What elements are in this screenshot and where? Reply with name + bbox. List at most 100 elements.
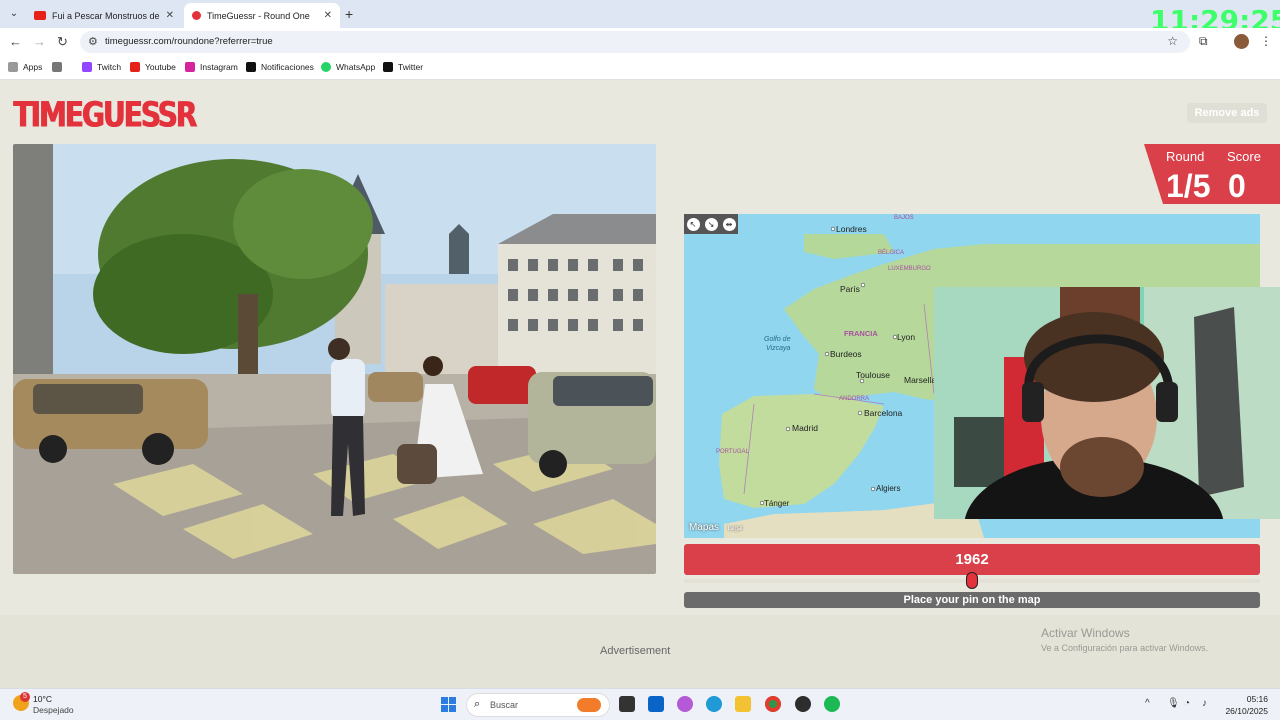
svg-text:Tánger: Tánger [764,499,790,508]
pin-map-icon[interactable]: ⇹ [722,217,736,231]
apps-grid-icon [8,62,18,72]
bookmark-notificaciones[interactable]: Notificaciones [246,62,314,72]
windows-start-icon[interactable] [441,697,456,712]
menu-kebab-icon[interactable]: ⋮ [1260,34,1272,48]
x-icon [383,62,393,72]
close-tab-icon[interactable]: ✕ [166,10,174,21]
new-tab-plus-icon[interactable]: + [345,6,353,22]
round-score-panel: Round Score 1/5 0 [1144,144,1280,204]
instagram-icon [185,62,195,72]
advertisement-label: Advertisement [600,645,671,657]
bookmark-label: Notificaciones [261,62,314,72]
round-value: 1/5 [1166,168,1211,204]
svg-text:PORTUGAL: PORTUGAL [716,449,750,455]
map-legal-link[interactable]: Legal [728,526,743,532]
browser-tab-bar: ⌄ Fui a Pescar Monstruos de Río ✕ TimeGu… [0,0,1280,37]
tab-list-chevron-icon[interactable]: ⌄ [6,6,22,22]
bookmark-youtube[interactable]: Youtube [130,62,176,72]
reload-icon[interactable]: ↻ [57,34,68,50]
tab-timeguessr[interactable]: TimeGuessr - Round One ✕ [184,3,340,28]
edge-icon[interactable] [706,696,722,712]
tray-chevron-up-icon[interactable]: ^ [1145,698,1150,709]
score-value: 0 [1228,168,1246,204]
bookmark-twitter[interactable]: Twitter [383,62,423,72]
tab-label: Fui a Pescar Monstruos de Río [52,10,162,21]
bookmark-label: Apps [23,62,43,72]
svg-text:BAJOS: BAJOS [894,215,914,221]
round-label: Round [1166,149,1205,164]
search-icon: ⌕ [474,698,481,710]
system-time[interactable]: 05:16 [1236,694,1268,704]
chrome-icon[interactable] [765,696,781,712]
tab-youtube-video[interactable]: Fui a Pescar Monstruos de Río ✕ [26,3,182,28]
search-highlight-icon [577,698,601,712]
svg-text:Madrid: Madrid [792,423,818,433]
bookmarks-bar: Apps Twitch Youtube Instagram Notificaci… [0,56,1280,80]
url-text[interactable]: timeguessr.com/roundone?referrer=true [105,36,273,47]
outlook-icon[interactable] [648,696,664,712]
address-toolbar: ← → ↻ ⚙ timeguessr.com/roundone?referrer… [0,28,1280,56]
spotify-icon[interactable] [824,696,840,712]
taskbar-search[interactable]: ⌕ Buscar [466,693,610,717]
round-photo [13,144,656,574]
svg-text:Lyon: Lyon [897,332,915,342]
svg-text:Burdeos: Burdeos [830,349,862,359]
svg-text:Golfo de: Golfo de [764,336,791,343]
close-tab-icon[interactable]: ✕ [324,10,332,21]
x-icon [246,62,256,72]
system-date[interactable]: 26/10/2025 [1198,706,1268,716]
site-info-icon[interactable]: ⚙ [88,35,98,48]
expand-map-icon[interactable]: ↖ [686,217,700,231]
advertisement-area: Advertisement Activar Windows Ve a Confi… [0,615,1280,688]
search-placeholder: Buscar [490,700,519,710]
map-controls: ↖ ↘ ⇹ [684,214,738,234]
weather-condition[interactable]: Despejado [33,705,74,715]
file-explorer-icon[interactable] [735,696,751,712]
forward-arrow-icon[interactable]: → [33,34,46,49]
bookmark-whatsapp[interactable]: WhatsApp [321,62,375,72]
bookmark-star-icon[interactable]: ☆ [1167,34,1178,48]
tab-groups-icon[interactable] [52,62,67,72]
bookmark-label: Twitter [398,62,424,72]
youtube-icon [34,11,46,20]
street-scene-image [13,144,656,574]
svg-text:Londres: Londres [836,224,867,234]
bookmark-instagram[interactable]: Instagram [185,62,238,72]
timeguessr-favicon-icon [192,11,201,20]
bookmark-label: WhatsApp [336,62,376,72]
omnibox[interactable]: ⚙ timeguessr.com/roundone?referrer=true … [80,31,1190,53]
timeguessr-logo[interactable]: TIMEGUESSR [13,89,197,142]
bookmark-twitch[interactable]: Twitch [82,62,121,72]
profile-avatar[interactable] [1234,34,1249,49]
microphone-icon[interactable]: 🎙 [1167,698,1180,709]
activate-windows-title: Activar Windows [1041,626,1130,640]
year-slider-thumb[interactable] [966,572,978,589]
map-attribution: Mapas Legal [689,522,742,533]
bookmark-apps[interactable]: Apps [8,62,42,72]
svg-text:Vizcaya: Vizcaya [766,345,790,352]
remove-ads-button[interactable]: Remove ads [1187,103,1267,123]
grid-icon [52,62,62,72]
task-view-icon[interactable] [619,696,635,712]
svg-text:París: París [840,284,860,294]
svg-text:ANDORRA: ANDORRA [839,396,869,402]
svg-text:LUXEMBURGO: LUXEMBURGO [888,266,931,272]
temperature[interactable]: 10°C [33,694,52,704]
timeguessr-page: TIMEGUESSR Remove ads Round Score 1/5 0 … [0,80,1280,688]
svg-text:Barcelona: Barcelona [864,408,903,418]
place-pin-button[interactable]: Place your pin on the map [684,592,1260,608]
webcam-overlay [934,287,1280,519]
bookmark-label: Twitch [97,62,122,72]
extensions-puzzle-icon[interactable]: ⧉ [1199,34,1208,49]
year-display: 1962 [684,544,1260,575]
obs-icon[interactable] [795,696,811,712]
shrink-map-icon[interactable]: ↘ [704,217,718,231]
svg-text:Toulouse: Toulouse [856,370,890,380]
wifi-icon[interactable]: ◔ [1184,698,1190,709]
copilot-icon[interactable] [677,696,693,712]
youtube-icon [130,62,140,72]
svg-text:Marsella: Marsella [904,375,936,385]
back-arrow-icon[interactable]: ← [9,34,22,49]
score-label: Score [1227,149,1261,164]
svg-text:FRANCIA: FRANCIA [844,329,878,338]
